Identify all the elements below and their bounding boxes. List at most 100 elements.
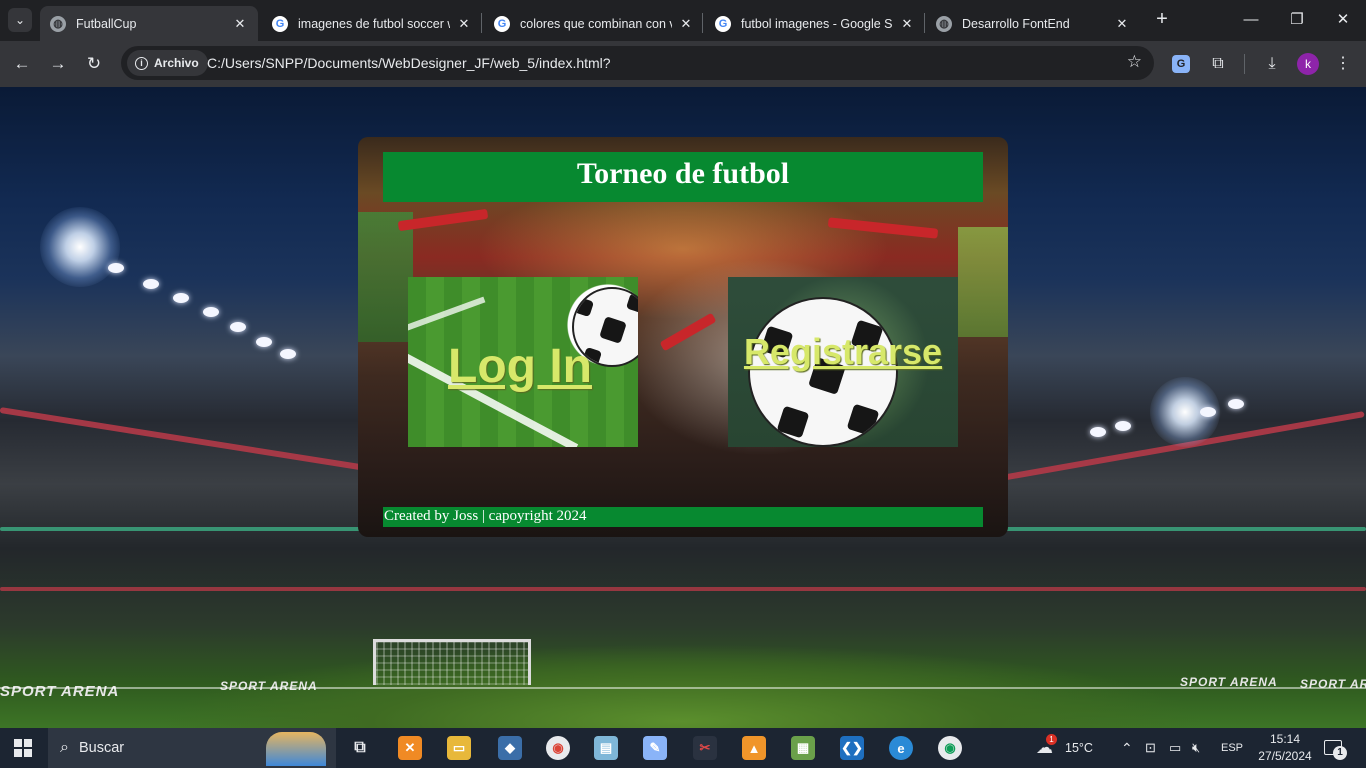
address-bar[interactable]: i Archivo C:/Users/SNPP/Documents/WebDes… [121,46,1154,80]
extensions-puzzle-icon[interactable]: ⧉ [1206,52,1230,76]
main-card: Torneo de futbol Log In Registrarse Crea… [358,137,1008,537]
card-background-field [358,212,413,342]
xampp-app-icon[interactable]: ✕ [398,736,422,760]
login-tile[interactable]: Log In [408,277,638,447]
stadium-lamp [1228,399,1244,409]
register-link[interactable]: Registrarse [744,331,942,373]
minimize-button[interactable]: — [1228,0,1274,40]
stadium-lamp [256,337,272,347]
search-highlight-image [266,732,326,766]
new-tab-button[interactable]: + [1150,8,1174,32]
tab-desarrollo-frontend[interactable]: ◍ Desarrollo FontEnd ✕ [926,6,1140,41]
vscode-app-icon[interactable]: ❮❯ [840,736,864,760]
goal-net [373,639,531,685]
tab-colores[interactable]: G colores que combinan con v ✕ [484,6,704,41]
fan-scarf [659,312,717,352]
stadium-lamp [230,322,246,332]
search-icon: ⌕ [60,739,69,756]
tab-futballcup[interactable]: ◍ FutballCup ✕ [40,6,258,41]
page-header: Torneo de futbol [383,152,983,202]
taskbar-search-placeholder: Buscar [78,740,125,756]
file-explorer-icon[interactable]: ▭ [447,736,471,760]
security-chip-label: Archivo [154,56,199,70]
stadium-stand-stripe [0,407,376,473]
tray-chevron-up-icon[interactable]: ⌃ [1121,728,1133,768]
download-icon[interactable]: ⤓ [1260,52,1284,76]
camera-icon[interactable]: ⊡ [1145,728,1156,768]
stadium-lamp [108,263,124,273]
tab-search-button[interactable]: ⌄ [8,8,32,32]
cloud-icon: ☁ 1 [1036,734,1057,758]
chevron-down-icon: ⌄ [14,13,26,27]
bookmark-star-icon[interactable]: ☆ [1127,52,1142,72]
stadium-lamp [280,349,296,359]
tab-separator [481,13,482,33]
volume-muted-icon[interactable]: 🔇︎ [1192,728,1200,768]
site-info-chip[interactable]: i Archivo [127,50,208,76]
weather-widget[interactable]: ☁ 1 15°C [1036,728,1093,768]
close-icon[interactable]: ✕ [1114,16,1130,32]
notepad-app-icon[interactable]: ▤ [594,736,618,760]
sport-arena-banner: SPORT ARENA [0,683,120,700]
tab-separator [702,13,703,33]
chrome-app-icon[interactable]: ◉ [938,736,962,760]
profile-avatar[interactable]: k [1297,53,1319,75]
tab-title: imagenes de futbol soccer w [298,16,450,31]
paint-app-icon[interactable]: ✎ [643,736,667,760]
stadium-lamp [143,279,159,289]
forward-button[interactable]: → [45,51,71,77]
card-background-field [958,227,1008,337]
stadium-lamp [1200,407,1216,417]
task-view-icon[interactable]: ⧉ [348,736,372,760]
page-viewport: SPORT ARENA SPORT ARENA SPORT ARENA SPOR… [0,87,1366,728]
stadium-lamp [203,307,219,317]
system-clock[interactable]: 15:14 27/5/2024 [1255,731,1315,765]
app-grid-icon[interactable]: ▦ [791,736,815,760]
tab-title: colores que combinan con v [520,16,672,31]
floodlight [40,207,120,287]
stadium-lamp [1115,421,1131,431]
google-icon: G [715,15,731,32]
register-tile[interactable]: Registrarse [728,277,958,447]
snipping-tool-icon[interactable]: ✂ [693,736,717,760]
tab-strip: ⌄ ◍ FutballCup ✕ G imagenes de futbol so… [0,0,1366,41]
close-icon[interactable]: ✕ [678,16,694,32]
google-icon: G [494,15,510,32]
language-indicator[interactable]: ESP [1221,728,1243,768]
login-link[interactable]: Log In [448,339,592,394]
tab-title: FutballCup [76,16,137,31]
edge-app-icon[interactable]: e [889,736,913,760]
close-icon[interactable]: ✕ [899,16,915,32]
tab-imagenes-futbol[interactable]: G imagenes de futbol soccer w ✕ [262,6,482,41]
close-icon[interactable]: ✕ [232,16,248,32]
pitch-line [0,687,1366,689]
reload-button[interactable]: ↻ [81,51,107,77]
page-footer: Created by Joss | capoyright 2024 [383,507,983,527]
close-window-button[interactable]: ✕ [1320,0,1366,40]
clock-time: 15:14 [1269,732,1301,746]
url-text[interactable]: C:/Users/SNPP/Documents/WebDesigner_JF/w… [207,55,611,71]
fan-scarf [827,217,939,239]
back-button[interactable]: ← [9,51,35,77]
toolbar-separator [1244,54,1245,74]
chrome-app-icon[interactable]: ◉ [546,736,570,760]
stadium-lamp [173,293,189,303]
windows-start-icon[interactable] [14,739,32,757]
tab-separator [924,13,925,33]
sport-arena-banner: SPORT ARENA [220,679,318,693]
menu-kebab-icon[interactable]: ⋮ [1331,52,1355,76]
app-triangle-icon[interactable]: ▲ [742,736,766,760]
weather-temperature: 15°C [1065,741,1093,755]
notification-count-badge: 1 [1333,746,1347,760]
network-icon[interactable]: ▭ [1169,728,1181,768]
tab-title: Desarrollo FontEnd [962,16,1070,31]
tab-futbol-imagenes[interactable]: G futbol imagenes - Google Se ✕ [705,6,925,41]
python-app-icon[interactable]: ◆ [498,736,522,760]
globe-icon: ◍ [936,15,952,32]
taskbar-search-box[interactable]: ⌕ Buscar [48,728,336,768]
close-icon[interactable]: ✕ [456,16,472,32]
clock-date: 27/5/2024 [1258,749,1312,763]
browser-toolbar: ← → ↻ i Archivo C:/Users/SNPP/Documents/… [0,41,1366,87]
restore-button[interactable]: ❐ [1274,0,1320,40]
google-translate-icon[interactable]: G [1172,55,1190,73]
